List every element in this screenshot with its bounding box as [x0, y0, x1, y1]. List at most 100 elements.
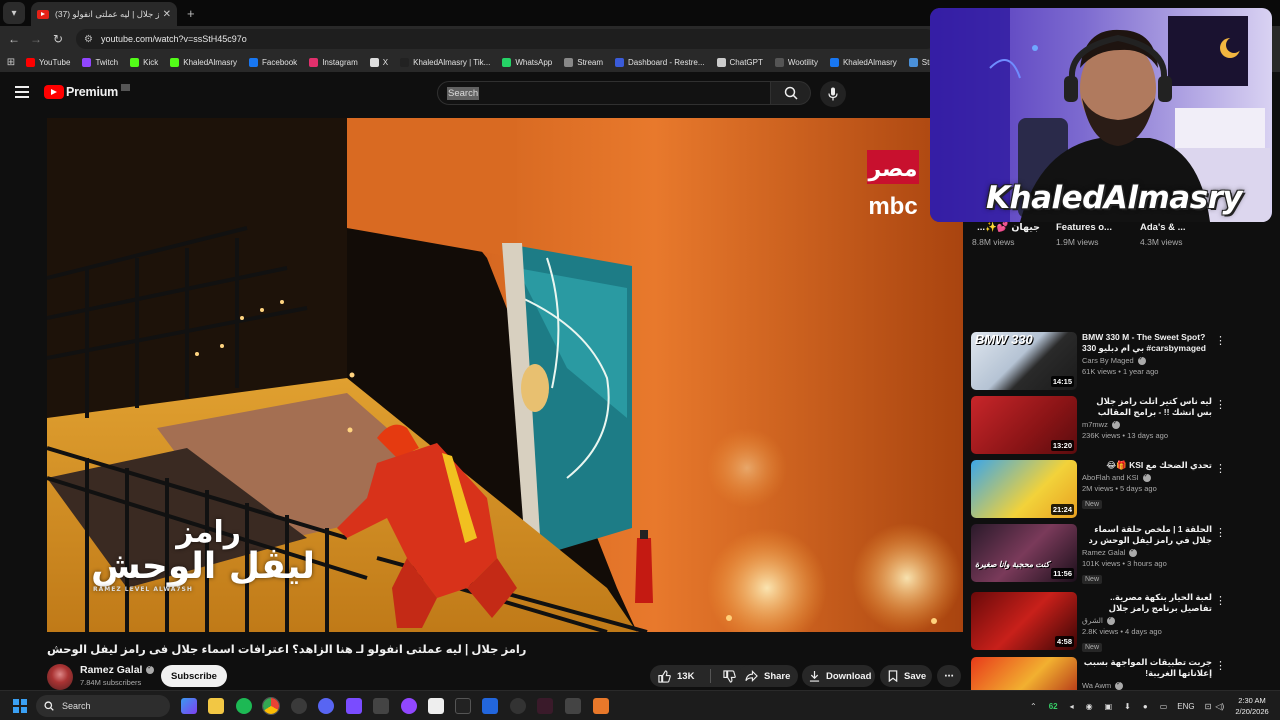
subscribe-button[interactable]: Subscribe — [161, 665, 227, 687]
clock[interactable]: 2:30 AM 2/20/2026 — [1228, 695, 1276, 717]
video-menu-icon[interactable]: ⋮ — [1215, 594, 1226, 607]
discord-icon[interactable] — [318, 698, 334, 714]
clock-time: 2:30 AM — [1238, 696, 1266, 705]
tray-chevron-icon[interactable]: ⌃ — [1030, 702, 1037, 711]
taskbar-search[interactable]: Search — [36, 695, 170, 717]
subscriber-count: 7.84M subscribers — [80, 678, 142, 687]
channel-name[interactable]: Ramez Galal — [80, 664, 155, 676]
windows-start-icon[interactable] — [13, 699, 27, 713]
dislike-button[interactable] — [711, 669, 736, 683]
bookmark-item[interactable]: Instagram — [309, 57, 358, 67]
bookmark-label: Kick — [143, 57, 159, 67]
recommended-video[interactable]: كنت محجبة وانا صغيرة 11:56 الحلقة 1 | ملخص… — [971, 524, 1231, 584]
site-info-icon[interactable]: ⚙ — [84, 34, 93, 45]
spotify-icon[interactable] — [236, 698, 252, 714]
video-duration: 13:20 — [1050, 440, 1074, 451]
bookmark-item[interactable]: YouTube — [26, 57, 70, 67]
bookmark-item[interactable]: KhaledAlmasry | Tik... — [400, 57, 490, 67]
apps-icon[interactable] — [346, 698, 362, 714]
network-icon[interactable]: ⊡ — [1205, 702, 1212, 711]
bookmark-item[interactable]: Facebook — [249, 57, 297, 67]
voice-search-button[interactable] — [820, 81, 846, 107]
bookmark-item[interactable]: ChatGPT — [716, 57, 763, 67]
video-player[interactable]: مصر mbc رامز ليڤل الوحش RAMEZ LEVEL ALWA… — [47, 118, 963, 632]
more-actions-button[interactable]: ⋯ — [937, 665, 961, 687]
bookmark-favicon-icon — [82, 57, 92, 67]
channel-avatar[interactable] — [47, 664, 73, 690]
tray-download-icon[interactable]: ⬇ — [1124, 702, 1131, 711]
video-duration: 4:58 — [1054, 636, 1074, 647]
tab-close-icon[interactable]: ✕ — [163, 9, 171, 20]
capture-icon[interactable] — [565, 698, 581, 714]
volume-icon[interactable]: ◁) — [1215, 702, 1224, 711]
tray-keyboard-icon[interactable]: ▭ — [1160, 702, 1168, 711]
tray-discord-icon[interactable]: ◉ — [1086, 702, 1093, 711]
bookmark-item[interactable]: KhaledAlmasry — [170, 57, 237, 67]
adobe-icon[interactable] — [593, 698, 609, 714]
bookmark-item[interactable]: WhatsApp — [502, 57, 552, 67]
tray-camera-icon[interactable]: ▣ — [1105, 702, 1113, 711]
video-channel[interactable]: Cars By Maged — [1082, 355, 1212, 365]
logo-text: Premium — [66, 85, 119, 99]
video-menu-icon[interactable]: ⋮ — [1215, 334, 1226, 347]
menu-icon[interactable] — [15, 86, 29, 98]
video-menu-icon[interactable]: ⋮ — [1215, 659, 1226, 672]
4k-icon[interactable] — [510, 698, 526, 714]
video-channel-text: Cars By Maged — [1082, 356, 1134, 365]
language-indicator[interactable]: ENG — [1177, 702, 1194, 711]
recommended-video[interactable]: 4:58 لعبة الحيار بنكهة مصرية.. تفاصيل برن… — [971, 592, 1231, 652]
tab-title: (37) رامز جلال | ليه عملتى انفولو — [55, 8, 159, 19]
video-channel[interactable]: m7mwz — [1082, 419, 1212, 429]
tray-counter[interactable]: 62 — [1049, 702, 1058, 711]
recommended-video[interactable]: BMW 330 14:15 BMW 330 M - The Sweet Spot? … — [971, 332, 1231, 392]
recommended-video[interactable]: 21:24 تحدي الضحك مع KSI 🎁😂 AboFlah and KSI… — [971, 460, 1231, 520]
bookmark-favicon-icon — [502, 57, 512, 67]
bookmark-item[interactable]: Dashboard - Restre... — [615, 57, 705, 67]
share-button[interactable]: Share — [738, 665, 798, 687]
download-button[interactable]: Download — [802, 665, 875, 687]
video-channel[interactable]: الشرق — [1082, 615, 1212, 625]
search-input[interactable]: Search — [437, 81, 771, 105]
video-editor-icon[interactable] — [537, 698, 553, 714]
save-button[interactable]: Save — [880, 665, 932, 687]
youtube-premium-logo[interactable]: Premium — [44, 83, 131, 99]
show-logo-line2: ليڤل الوحش — [91, 546, 316, 587]
bookmark-item[interactable]: Kick — [130, 57, 159, 67]
url-field[interactable]: ⚙ youtube.com/watch?v=ssStH45c97o — [76, 29, 936, 49]
bookmark-item[interactable]: Wootility — [774, 57, 818, 67]
new-tab-button[interactable]: + — [187, 6, 195, 21]
browser-tab[interactable]: (37) رامز جلال | ليه عملتى انفولو ✕ — [31, 2, 177, 26]
video-info: BMW 330 M - The Sweet Spot? بي ام دبليو … — [1082, 332, 1212, 376]
video-menu-icon[interactable]: ⋮ — [1215, 398, 1226, 411]
ai-app-icon[interactable] — [482, 698, 498, 714]
video-channel[interactable]: AboFlah and KSI — [1082, 472, 1212, 482]
video-title: رامز جلال | ليه عملتى انفولو لـ هنا الزا… — [47, 644, 527, 656]
download-icon — [809, 670, 820, 682]
settings-gear-icon[interactable] — [291, 698, 307, 714]
file-explorer-icon[interactable] — [208, 698, 224, 714]
tray-app-icon[interactable]: ◂ — [1070, 702, 1074, 711]
notepad-icon[interactable] — [428, 698, 444, 714]
bookmark-item[interactable]: X — [369, 57, 388, 67]
bookmark-item[interactable]: Twitch — [82, 57, 118, 67]
video-channel[interactable]: Ramez Galal — [1082, 547, 1212, 557]
apps-grid-icon[interactable]: ⊞ — [0, 57, 22, 68]
video-menu-icon[interactable]: ⋮ — [1215, 526, 1226, 539]
video-channel[interactable]: Wa Awm — [1082, 680, 1212, 690]
video-menu-icon[interactable]: ⋮ — [1215, 462, 1226, 475]
like-button[interactable]: 13K — [650, 669, 710, 683]
forward-arrow-icon[interactable]: → — [25, 32, 47, 46]
search-button[interactable] — [771, 81, 811, 105]
recommended-video[interactable]: 13:20 ليه ناس كتير اتلت رامز جلال بس انشك… — [971, 396, 1231, 456]
tray-mic-icon[interactable]: ● — [1143, 702, 1148, 711]
terminal-icon[interactable] — [373, 698, 389, 714]
bookmark-item[interactable]: Stream — [564, 57, 603, 67]
copilot-icon[interactable] — [181, 698, 197, 714]
reload-icon[interactable]: ↻ — [47, 32, 69, 46]
tab-search-button[interactable]: ▾ — [3, 2, 25, 24]
bookmark-item[interactable]: KhaledAlmasry — [829, 57, 897, 67]
chrome-icon[interactable] — [262, 697, 280, 715]
back-arrow-icon[interactable]: ← — [3, 32, 25, 46]
twitch-icon[interactable] — [401, 698, 417, 714]
gamepad-icon[interactable] — [455, 698, 471, 714]
